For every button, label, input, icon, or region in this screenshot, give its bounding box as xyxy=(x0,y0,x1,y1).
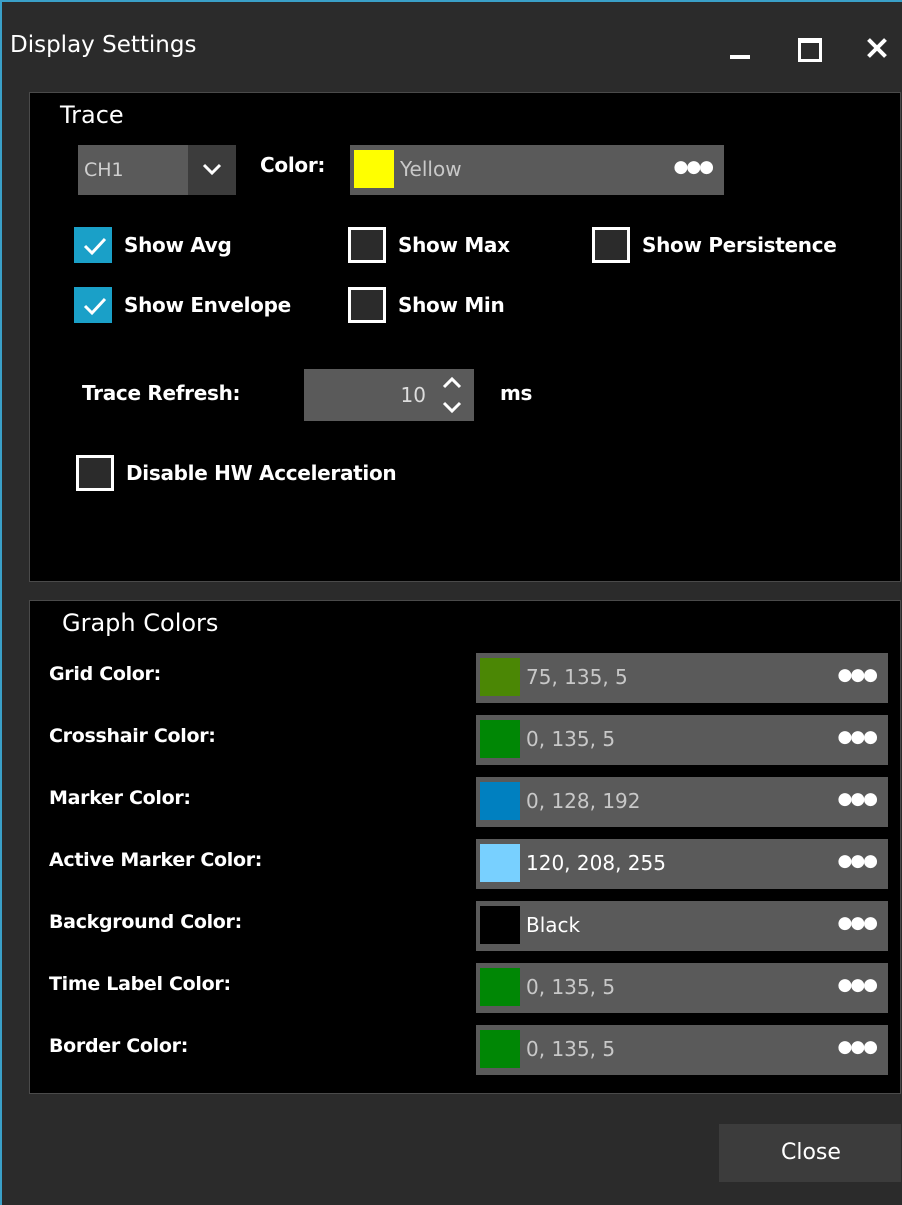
checkbox-box[interactable] xyxy=(592,227,630,263)
show-min-label: Show Min xyxy=(398,293,505,317)
time-label-color-picker[interactable]: 0, 135, 5 ●●● xyxy=(476,963,888,1013)
display-settings-window: Display Settings Trace CH1 Color: Yellow… xyxy=(0,0,902,1205)
minimize-button[interactable] xyxy=(716,24,760,72)
channel-select-value: CH1 xyxy=(84,159,124,181)
trace-color-label: Color: xyxy=(260,153,326,177)
active-marker-color-value: 120, 208, 255 xyxy=(526,851,666,875)
grid-color-value: 75, 135, 5 xyxy=(526,665,628,689)
background-color-label: Background Color: xyxy=(49,911,242,933)
show-max-label: Show Max xyxy=(398,233,510,257)
trace-refresh-label: Trace Refresh: xyxy=(82,381,241,405)
more-icon[interactable]: ●●● xyxy=(837,789,877,809)
trace-color-picker[interactable]: Yellow ●●● xyxy=(350,145,724,195)
time-label-color-value: 0, 135, 5 xyxy=(526,975,616,999)
graph-colors-group: Graph Colors Grid Color: 75, 135, 5 ●●● Cro… xyxy=(29,600,901,1094)
more-icon[interactable]: ●●● xyxy=(837,727,877,747)
more-icon[interactable]: ●●● xyxy=(837,851,877,871)
marker-color-label: Marker Color: xyxy=(49,787,191,809)
checkmark-icon xyxy=(83,297,107,316)
border-color-label: Border Color: xyxy=(49,1035,189,1057)
show-persistence-label: Show Persistence xyxy=(642,233,837,257)
border-color-value: 0, 135, 5 xyxy=(526,1037,616,1061)
grid-color-swatch xyxy=(480,658,520,696)
graph-colors-group-title: Graph Colors xyxy=(62,609,219,637)
chevron-down-icon[interactable] xyxy=(188,145,236,195)
close-button[interactable]: Close xyxy=(719,1124,901,1182)
active-marker-color-swatch xyxy=(480,844,520,882)
chevron-up-icon[interactable] xyxy=(430,369,474,395)
marker-color-swatch xyxy=(480,782,520,820)
grid-color-picker[interactable]: 75, 135, 5 ●●● xyxy=(476,653,888,703)
more-icon[interactable]: ●●● xyxy=(673,157,713,177)
checkbox-box[interactable] xyxy=(348,227,386,263)
checkbox-box[interactable] xyxy=(348,287,386,323)
trace-refresh-unit: ms xyxy=(500,381,533,405)
background-color-value: Black xyxy=(526,913,581,937)
more-icon[interactable]: ●●● xyxy=(837,913,877,933)
time-label-color-swatch xyxy=(480,968,520,1006)
checkmark-icon xyxy=(83,237,107,256)
show-envelope-label: Show Envelope xyxy=(124,293,291,317)
trace-group-title: Trace xyxy=(60,101,124,129)
crosshair-color-picker[interactable]: 0, 135, 5 ●●● xyxy=(476,715,888,765)
show-avg-label: Show Avg xyxy=(124,233,232,257)
trace-color-value: Yellow xyxy=(400,157,462,181)
time-label-color-label: Time Label Color: xyxy=(49,973,231,995)
marker-color-picker[interactable]: 0, 128, 192 ●●● xyxy=(476,777,888,827)
more-icon[interactable]: ●●● xyxy=(837,975,877,995)
trace-group: Trace CH1 Color: Yellow ●●● Show Avg Sho… xyxy=(29,92,901,582)
crosshair-color-swatch xyxy=(480,720,520,758)
window-title: Display Settings xyxy=(10,32,197,58)
border-color-picker[interactable]: 0, 135, 5 ●●● xyxy=(476,1025,888,1075)
chevron-down-icon[interactable] xyxy=(430,395,474,421)
channel-select[interactable]: CH1 xyxy=(78,145,236,195)
disable-hw-acceleration-label: Disable HW Acceleration xyxy=(126,461,397,485)
active-marker-color-picker[interactable]: 120, 208, 255 ●●● xyxy=(476,839,888,889)
close-window-button[interactable] xyxy=(854,24,898,72)
trace-refresh-value: 10 xyxy=(400,383,426,407)
crosshair-color-label: Crosshair Color: xyxy=(49,725,216,747)
background-color-swatch xyxy=(480,906,520,944)
checkbox-box[interactable] xyxy=(74,287,112,323)
background-color-picker[interactable]: Black ●●● xyxy=(476,901,888,951)
checkbox-box[interactable] xyxy=(76,455,114,491)
trace-refresh-spinner[interactable]: 10 xyxy=(304,369,474,421)
active-marker-color-label: Active Marker Color: xyxy=(49,849,263,871)
checkbox-box[interactable] xyxy=(74,227,112,263)
grid-color-label: Grid Color: xyxy=(49,663,161,685)
crosshair-color-value: 0, 135, 5 xyxy=(526,727,616,751)
more-icon[interactable]: ●●● xyxy=(837,665,877,685)
title-bar: Display Settings xyxy=(2,2,902,92)
maximize-button[interactable] xyxy=(784,24,828,72)
border-color-swatch xyxy=(480,1030,520,1068)
close-button-label: Close xyxy=(781,1140,841,1165)
marker-color-value: 0, 128, 192 xyxy=(526,789,641,813)
trace-color-swatch xyxy=(354,150,394,188)
more-icon[interactable]: ●●● xyxy=(837,1037,877,1057)
